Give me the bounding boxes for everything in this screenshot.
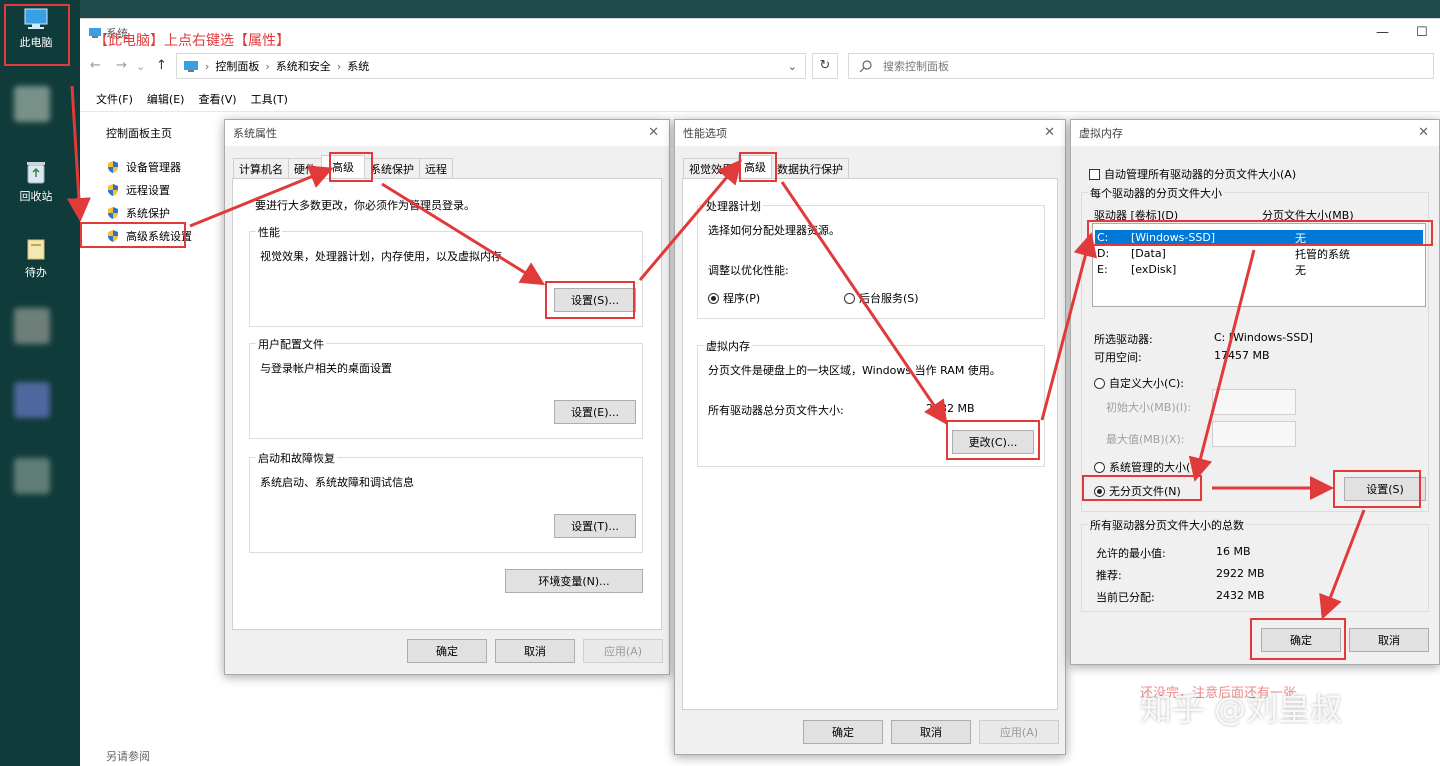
arrow <box>382 184 540 282</box>
arrow <box>1196 250 1254 476</box>
arrow <box>1042 238 1090 420</box>
arrow <box>1324 510 1364 614</box>
arrow <box>640 164 738 280</box>
watermark: 知乎 @刘皇叔 <box>1140 684 1342 730</box>
arrow <box>190 170 328 226</box>
annotation-arrows <box>0 0 1440 766</box>
arrow <box>72 86 80 216</box>
arrow <box>782 182 944 420</box>
